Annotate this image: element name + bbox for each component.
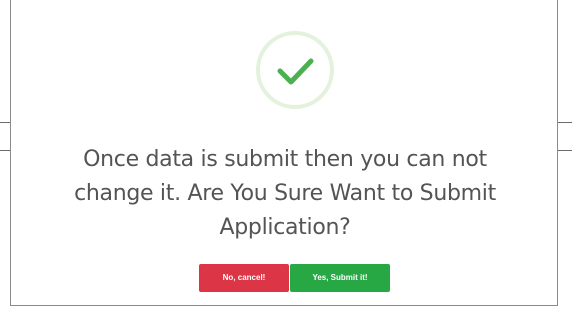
background-divider (558, 150, 572, 151)
background-divider (0, 150, 10, 151)
cancel-button[interactable]: No, cancel! (199, 264, 289, 292)
submit-button[interactable]: Yes, Submit it! (290, 264, 390, 292)
confirm-submit-dialog: Once data is submit then you can not cha… (10, 0, 558, 306)
background-divider (0, 122, 10, 123)
check-icon (256, 31, 334, 109)
check-icon-graphic (277, 58, 314, 85)
background-divider (558, 122, 572, 123)
dialog-message: Once data is submit then you can not cha… (74, 147, 496, 240)
